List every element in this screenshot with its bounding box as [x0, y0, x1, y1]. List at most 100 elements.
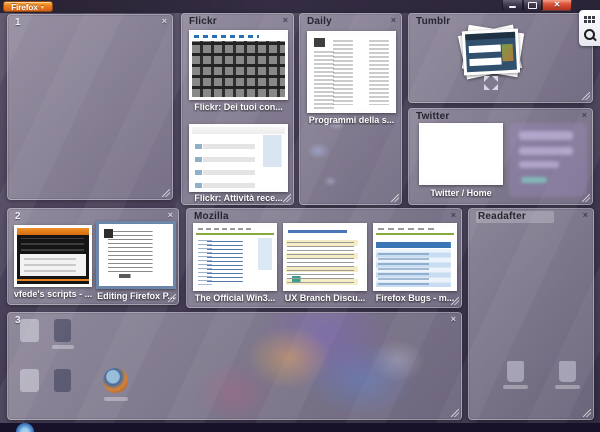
tab-thumbnail-flickr-activity[interactable] — [189, 124, 288, 192]
resize-grip[interactable] — [168, 294, 176, 302]
see-through-folder-icon — [20, 319, 39, 342]
thumbnail-preview — [310, 34, 393, 110]
tab-title: Programmi della s... — [301, 115, 402, 125]
see-through-start-orb — [16, 423, 34, 432]
tab-thumbnail-twitter[interactable] — [419, 123, 503, 185]
blur-detail — [519, 131, 573, 140]
tab-title: UX Branch Discu... — [279, 293, 371, 303]
thumbnail-preview — [465, 32, 517, 73]
close-group-icon[interactable]: × — [451, 210, 456, 220]
thumbnail-preview — [100, 225, 172, 285]
group-title[interactable]: Readafter — [476, 211, 554, 223]
resize-grip[interactable] — [451, 297, 459, 305]
thumbnail-preview — [17, 228, 89, 284]
resize-grip[interactable] — [583, 409, 591, 417]
resize-grip[interactable] — [582, 92, 590, 100]
group-title[interactable]: Tumblr — [416, 16, 450, 27]
tab-group-flickr[interactable]: Flickr × Flickr: Dei tuoi con... Flickr:… — [181, 13, 294, 205]
close-group-icon[interactable]: × — [283, 15, 288, 25]
tab-group-2[interactable]: 2 × vfede's scripts - ... Editing Firefo… — [7, 208, 179, 305]
resize-grip[interactable] — [391, 194, 399, 202]
resize-grip[interactable] — [283, 194, 291, 202]
resize-grip[interactable] — [162, 189, 170, 197]
exit-panorama-tab-grid-icon[interactable] — [584, 16, 587, 19]
see-through-wallpaper — [8, 313, 461, 419]
see-through-folder-icon — [20, 369, 39, 392]
thumbnail-preview — [192, 33, 285, 97]
tab-group-mozilla[interactable]: Mozilla × The Official Win3... UX Branch… — [186, 208, 462, 308]
see-through-icon-label — [104, 397, 128, 401]
tab-group-twitter[interactable]: Twitter × Twitter / Home — [408, 108, 593, 205]
group-title[interactable]: Daily — [307, 16, 332, 27]
close-group-icon[interactable]: × — [162, 16, 167, 26]
see-through-app-icon — [54, 319, 71, 342]
close-group-icon[interactable]: × — [583, 210, 588, 220]
tab-stack[interactable] — [461, 28, 523, 78]
close-group-icon[interactable]: × — [168, 210, 173, 220]
tab-thumbnail-ux-branch[interactable] — [283, 223, 367, 291]
blur-detail — [519, 161, 559, 168]
thumbnail-preview — [422, 126, 500, 182]
see-through-app-icon — [54, 369, 71, 392]
tab-group-3[interactable]: 3 × — [7, 312, 462, 420]
tab-title: Flickr: Attività rece... — [184, 193, 293, 203]
close-icon: ✕ — [554, 0, 561, 10]
tab-thumbnail-firefox-bugs[interactable] — [373, 223, 457, 291]
tab-title: Twitter / Home — [411, 188, 511, 198]
preview-header-links — [194, 35, 259, 38]
maximize-icon — [528, 2, 537, 9]
minimize-icon — [509, 6, 516, 8]
firefox-app-menu-button[interactable]: Firefox▼ — [3, 1, 53, 12]
expand-stack-icon[interactable] — [484, 76, 498, 90]
group-title[interactable]: Twitter — [416, 111, 449, 122]
thumbnail-preview — [196, 226, 274, 288]
firefox-app-menu-label: Firefox — [11, 3, 38, 12]
close-group-icon[interactable]: × — [582, 110, 587, 120]
tab-title: Flickr: Dei tuoi con... — [184, 102, 293, 112]
chevron-down-icon: ▼ — [40, 5, 45, 11]
bottom-window-edge — [0, 423, 600, 432]
close-group-icon[interactable]: × — [451, 314, 456, 324]
group-title[interactable]: Mozilla — [194, 211, 229, 222]
thumbnail-preview — [376, 226, 454, 288]
group-title[interactable]: 1 — [15, 17, 21, 28]
close-group-icon[interactable]: × — [391, 15, 396, 25]
search-icon[interactable] — [584, 29, 595, 40]
resize-grip[interactable] — [451, 409, 459, 417]
tab-title: The Official Win3... — [189, 293, 281, 303]
tab-thumbnail-daily[interactable] — [307, 31, 396, 113]
tab-thumbnail-forum[interactable] — [193, 223, 277, 291]
tab-group-tumblr[interactable]: Tumblr × — [408, 13, 593, 103]
preview-photo-grid — [192, 41, 285, 97]
tab-thumbnail-editing-firefox-active[interactable] — [96, 221, 176, 289]
thumbnail-preview — [192, 127, 285, 189]
window-controls: ✕ — [502, 0, 572, 12]
minimize-button[interactable] — [502, 0, 523, 11]
tab-title: Firefox Bugs - m... — [369, 293, 461, 303]
tab-thumbnail-flickr-photos[interactable] — [189, 30, 288, 100]
tab-group-readafter[interactable]: Readafter × — [468, 208, 594, 420]
tab-group-1[interactable]: 1 × — [7, 14, 173, 200]
see-through-icon-label — [503, 385, 528, 389]
see-through-recycle-icon — [559, 361, 576, 382]
see-through-icon-label — [555, 385, 580, 389]
see-through-firefox-icon — [103, 368, 128, 393]
tab-group-daily[interactable]: Daily × Programmi della s... — [299, 13, 402, 205]
tab-title: vfede's scripts - ... — [9, 289, 97, 299]
blur-detail — [519, 147, 573, 155]
maximize-button[interactable] — [523, 0, 542, 11]
panorama-tools-panel — [579, 10, 600, 46]
see-through-recycle-icon — [507, 361, 524, 382]
panorama-canvas: Firefox▼ ✕ 1 × Flickr × Flickr: Dei tuoi… — [0, 0, 600, 432]
group-title[interactable]: 2 — [15, 211, 21, 222]
group-title[interactable]: Flickr — [189, 16, 217, 27]
resize-grip[interactable] — [582, 194, 590, 202]
group-title[interactable]: 3 — [15, 315, 21, 326]
blur-detail — [521, 177, 547, 183]
see-through-window — [509, 123, 587, 197]
tab-thumbnail-vfede-scripts[interactable] — [14, 225, 92, 287]
tab-title: Editing Firefox P... — [93, 291, 179, 301]
stacked-tab-card-front[interactable] — [462, 29, 520, 76]
close-window-button[interactable]: ✕ — [542, 0, 572, 11]
see-through-icon-label — [52, 345, 74, 349]
